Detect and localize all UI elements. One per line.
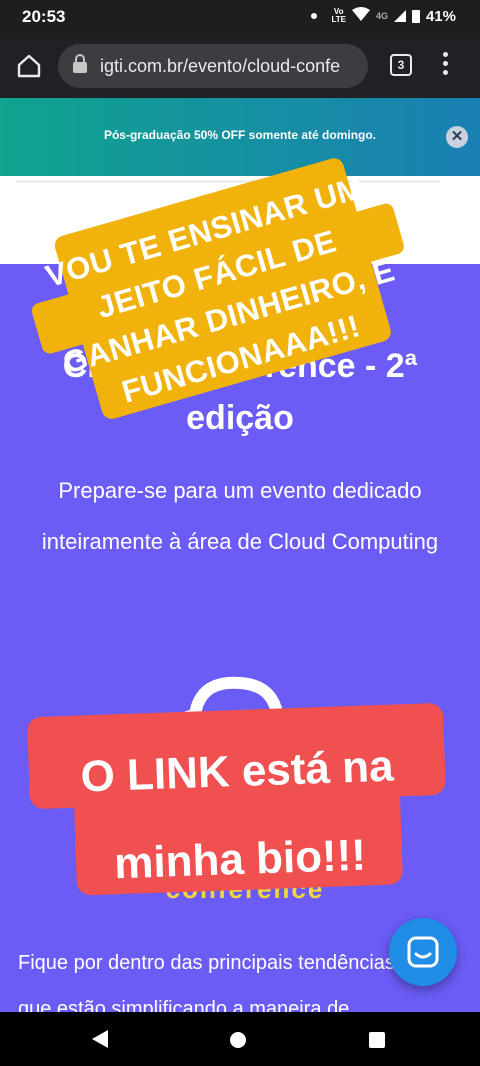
wifi-icon xyxy=(351,7,370,25)
event-subtitle: Prepare-se para um evento dedicado intei… xyxy=(41,478,439,554)
overflow-menu-icon[interactable] xyxy=(440,52,450,82)
sticker-text-red: O LINK está na minha bio!!! xyxy=(79,741,395,889)
promo-sticker-red: O LINK está na minha bio!!! xyxy=(26,702,449,897)
browser-toolbar: igti.com.br/evento/cloud-confe 3 xyxy=(0,34,480,98)
network-type: 4G xyxy=(375,11,388,21)
promo-banner: Pós-graduação 50% OFF somente até doming… xyxy=(0,98,480,176)
home-icon[interactable] xyxy=(16,54,42,78)
lock-icon xyxy=(72,54,92,78)
status-bar: 20:53 Vo LTE 4G 41% xyxy=(0,0,480,34)
back-icon[interactable] xyxy=(92,1030,108,1053)
battery-percent: 41% xyxy=(425,7,456,25)
home-nav-icon[interactable] xyxy=(230,1032,246,1048)
signal-icon xyxy=(393,10,406,22)
chat-icon xyxy=(407,936,439,968)
recents-icon[interactable] xyxy=(369,1032,385,1048)
system-nav-bar xyxy=(0,1012,480,1066)
chat-button[interactable] xyxy=(389,918,457,986)
status-icons: Vo LTE 4G 41% xyxy=(311,7,456,25)
promo-text: Pós-graduação 50% OFF somente até doming… xyxy=(103,128,377,142)
battery-icon xyxy=(411,9,420,23)
volte-icon: Vo LTE xyxy=(331,7,346,24)
status-time: 20:53 xyxy=(22,7,66,26)
url-text: igti.com.br/evento/cloud-confe xyxy=(100,55,341,76)
tab-switcher-button[interactable]: 3 xyxy=(390,54,412,76)
close-icon[interactable]: ✕ xyxy=(446,126,468,148)
notification-dot-icon xyxy=(311,13,318,19)
url-field[interactable]: igti.com.br/evento/cloud-confe xyxy=(58,44,368,88)
